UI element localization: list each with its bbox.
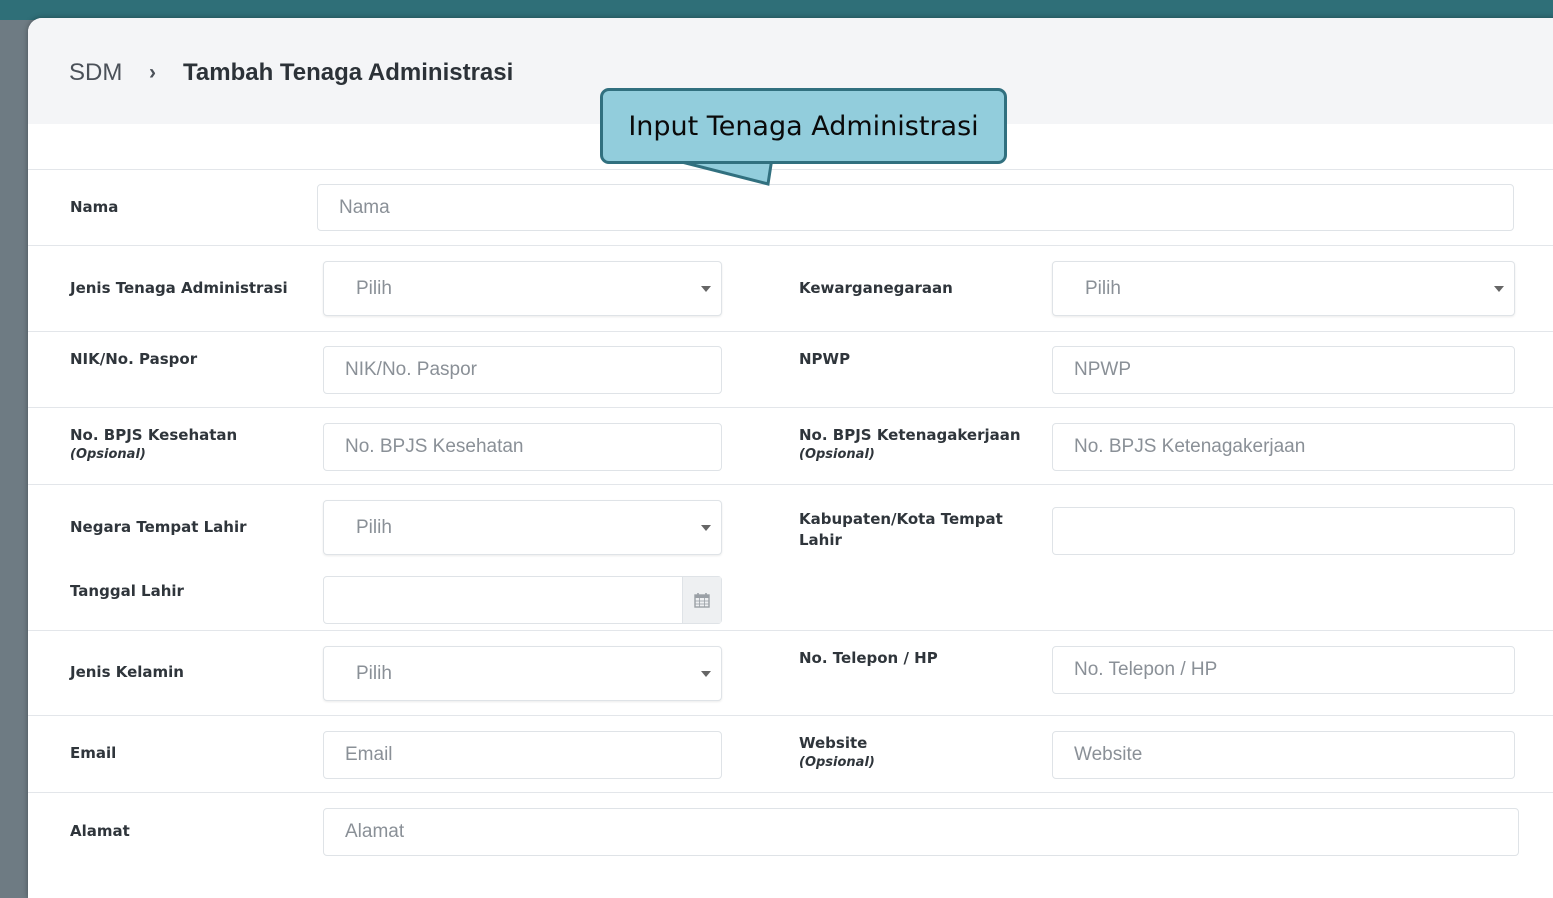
calendar-icon[interactable]	[682, 577, 721, 623]
website-placeholder: Website	[1074, 744, 1143, 765]
caret-down-icon	[1494, 285, 1504, 292]
jenis-kelamin-label: Jenis Kelamin	[70, 663, 184, 681]
row-divider	[28, 169, 1553, 170]
nik-label: NIK/No. Paspor	[70, 350, 198, 368]
tanggal-lahir-input[interactable]	[323, 576, 722, 624]
jenis-tenaga-value: Pilih	[356, 277, 392, 299]
negara-lahir-value: Pilih	[356, 516, 392, 538]
npwp-input[interactable]: NPWP	[1052, 346, 1515, 394]
bpjs-kesehatan-placeholder: No. BPJS Kesehatan	[345, 436, 524, 457]
row-divider	[28, 331, 1553, 332]
jenis-tenaga-select[interactable]: Pilih	[323, 261, 722, 316]
website-label-text: Website	[799, 734, 868, 752]
row-divider	[28, 715, 1553, 716]
nama-label: Nama	[70, 198, 119, 216]
row-divider	[28, 245, 1553, 246]
row-divider	[28, 792, 1553, 793]
caret-down-icon	[701, 524, 711, 531]
caret-down-icon	[701, 285, 711, 292]
bpjs-kesehatan-label-text: No. BPJS Kesehatan	[70, 426, 238, 444]
tanggal-lahir-label: Tanggal Lahir	[70, 582, 184, 600]
caret-down-icon	[701, 670, 711, 677]
page-title: Tambah Tenaga Administrasi	[183, 59, 514, 86]
kewarganegaraan-value: Pilih	[1085, 277, 1121, 299]
bpjs-ketenagakerjaan-label-text: No. BPJS Ketenagakerjaan	[799, 426, 1021, 444]
website-input[interactable]: Website	[1052, 731, 1515, 779]
negara-lahir-select[interactable]: Pilih	[323, 500, 722, 555]
breadcrumb-root[interactable]: SDM	[69, 59, 122, 87]
optional-note: (Opsional)	[70, 447, 146, 462]
kabupaten-lahir-label: Kabupaten/Kota Tempat Lahir	[799, 510, 1003, 549]
optional-note: (Opsional)	[799, 447, 875, 462]
nama-placeholder: Nama	[339, 196, 390, 218]
email-label: Email	[70, 744, 117, 762]
callout-annotation: Input Tenaga Administrasi	[600, 88, 1007, 164]
telepon-input[interactable]: No. Telepon / HP	[1052, 646, 1515, 694]
bpjs-ketenagakerjaan-label: No. BPJS Ketenagakerjaan (Opsional)	[799, 425, 1021, 464]
negara-lahir-label: Negara Tempat Lahir	[70, 518, 247, 536]
callout-text: Input Tenaga Administrasi	[628, 110, 979, 142]
optional-note: (Opsional)	[799, 755, 875, 770]
kewarganegaraan-select[interactable]: Pilih	[1052, 261, 1515, 316]
background-strip	[0, 0, 1553, 20]
bpjs-ketenagakerjaan-input[interactable]: No. BPJS Ketenagakerjaan	[1052, 423, 1515, 471]
email-input[interactable]: Email	[323, 731, 722, 779]
alamat-label: Alamat	[70, 822, 130, 840]
row-divider	[28, 484, 1553, 485]
telepon-label: No. Telepon / HP	[799, 649, 938, 667]
nik-input[interactable]: NIK/No. Paspor	[323, 346, 722, 394]
jenis-tenaga-label: Jenis Tenaga Administrasi	[70, 279, 288, 297]
alamat-input[interactable]: Alamat	[323, 808, 1519, 856]
telepon-placeholder: No. Telepon / HP	[1074, 659, 1218, 680]
bpjs-ketenagakerjaan-placeholder: No. BPJS Ketenagakerjaan	[1074, 436, 1306, 457]
nik-placeholder: NIK/No. Paspor	[345, 359, 477, 380]
kabupaten-lahir-input[interactable]	[1052, 507, 1515, 555]
email-placeholder: Email	[345, 744, 393, 765]
npwp-placeholder: NPWP	[1074, 359, 1131, 380]
bpjs-kesehatan-input[interactable]: No. BPJS Kesehatan	[323, 423, 722, 471]
kewarganegaraan-label: Kewarganegaraan	[799, 279, 953, 297]
npwp-label: NPWP	[799, 350, 851, 368]
bpjs-kesehatan-label: No. BPJS Kesehatan (Opsional)	[70, 425, 237, 464]
jenis-kelamin-select[interactable]: Pilih	[323, 646, 722, 701]
chevron-right-icon: ›	[149, 61, 156, 84]
row-divider	[28, 407, 1553, 408]
nama-input[interactable]: Nama	[317, 184, 1514, 231]
row-divider	[28, 630, 1553, 631]
jenis-kelamin-value: Pilih	[356, 662, 392, 684]
website-label: Website (Opsional)	[799, 733, 875, 772]
alamat-placeholder: Alamat	[345, 821, 405, 842]
